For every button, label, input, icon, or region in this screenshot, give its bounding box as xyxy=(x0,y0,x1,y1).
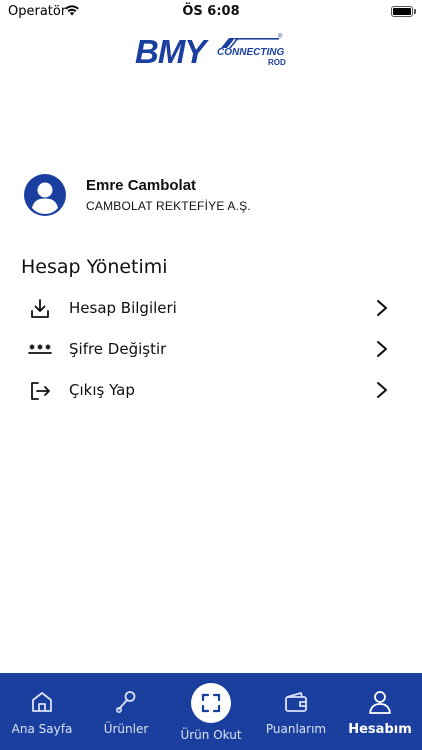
tab-account[interactable]: Hesabım xyxy=(338,673,422,750)
menu-label: Şifre Değiştir xyxy=(69,340,167,358)
status-bar: Operatör ÖS 6:08 xyxy=(0,0,422,24)
profile-name: Emre Cambolat xyxy=(86,177,197,194)
chevron-right-icon xyxy=(377,382,387,398)
menu-label: Çıkış Yap xyxy=(69,381,135,399)
scan-button[interactable] xyxy=(191,683,231,723)
tab-label: Ürün Okut xyxy=(180,728,242,742)
wallet-icon xyxy=(285,692,307,712)
tab-products[interactable]: Ürünler xyxy=(84,673,168,750)
scan-icon xyxy=(201,693,221,713)
brand-logo: BMY ® CONNECTING ROD xyxy=(135,34,287,70)
logout-icon xyxy=(31,382,50,400)
tab-scan-product[interactable]: Ürün Okut xyxy=(168,673,254,750)
menu-label: Hesap Bilgileri xyxy=(69,299,177,317)
user-avatar-icon xyxy=(32,182,58,215)
avatar xyxy=(24,174,66,216)
tab-label: Hesabım xyxy=(348,722,412,737)
logo-rod-text: ROD xyxy=(268,58,286,67)
logo-registered-mark: ® xyxy=(278,34,283,40)
profile-header: Emre Cambolat CAMBOLAT REKTEFİYE A.Ş. xyxy=(24,174,404,218)
home-icon xyxy=(32,692,52,712)
chevron-right-icon xyxy=(377,341,387,357)
wrench-icon xyxy=(115,691,136,713)
user-icon xyxy=(369,691,391,714)
tab-label: Puanlarım xyxy=(265,722,327,736)
tab-points[interactable]: Puanlarım xyxy=(254,673,338,750)
battery-icon xyxy=(391,6,413,17)
menu-item-change-password[interactable]: Şifre Değiştir xyxy=(0,329,422,370)
tab-label: Ürünler xyxy=(103,722,149,736)
password-icon xyxy=(28,344,52,354)
logo-connecting-text: CONNECTING xyxy=(217,47,285,58)
tab-home[interactable]: Ana Sayfa xyxy=(0,673,84,750)
bottom-nav: Ana Sayfa Ürünler Ürün Okut Puanlarım He… xyxy=(0,673,422,750)
logo-brand-text: BMY xyxy=(135,33,206,70)
menu-item-logout[interactable]: Çıkış Yap xyxy=(0,370,422,411)
chevron-right-icon xyxy=(377,300,387,316)
profile-company: CAMBOLAT REKTEFİYE A.Ş. xyxy=(86,199,251,213)
download-icon xyxy=(31,299,49,318)
menu-item-account-info[interactable]: Hesap Bilgileri xyxy=(0,288,422,329)
section-title: Hesap Yönetimi xyxy=(21,256,168,278)
clock: ÖS 6:08 xyxy=(182,4,240,19)
account-menu: Hesap Bilgileri Şifre Değiştir Çıkış Yap xyxy=(0,288,422,411)
tab-label: Ana Sayfa xyxy=(11,722,73,736)
